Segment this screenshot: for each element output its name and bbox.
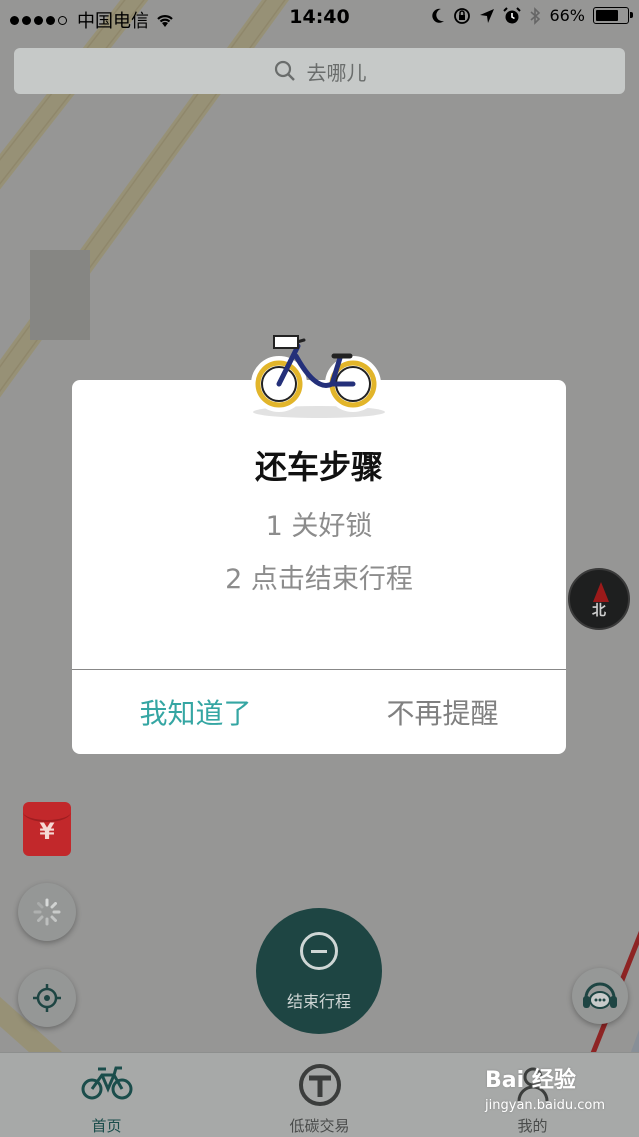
compass-label: 北 xyxy=(592,603,606,619)
battery-icon xyxy=(593,7,633,24)
headset-icon xyxy=(583,982,617,1009)
watermark-url: jingyan.baidu.com xyxy=(485,1098,605,1113)
dont-remind-button[interactable]: 不再提醒 xyxy=(319,670,566,754)
trade-t-icon xyxy=(298,1064,341,1106)
tab-label: 我的 xyxy=(517,1117,548,1135)
end-trip-button[interactable]: 结束行程 xyxy=(256,908,382,1034)
bicycle-icon xyxy=(251,335,385,418)
dialog-title: 还车步骤 xyxy=(254,448,383,486)
dialog-step-1: 1 关好锁 xyxy=(265,511,373,542)
status-bar: 中国电信 14:40 66% xyxy=(0,0,639,36)
bluetooth-icon xyxy=(530,6,541,25)
customer-service-button[interactable] xyxy=(572,968,628,1024)
tab-label: 低碳交易 xyxy=(289,1117,350,1135)
dialog-step-2: 2 点击结束行程 xyxy=(225,564,413,595)
end-trip-label: 结束行程 xyxy=(286,992,351,1011)
return-steps-dialog: 还车步骤 1 关好锁 2 点击结束行程 我知道了 不再提醒 xyxy=(72,380,566,754)
watermark-brand: Bai 经验 xyxy=(485,1068,576,1093)
compass-needle-icon xyxy=(593,582,609,602)
red-packet-button[interactable]: ¥ xyxy=(23,802,71,856)
crosshair-icon xyxy=(33,984,61,1012)
red-packet-symbol: ¥ xyxy=(39,820,55,845)
search-bar[interactable]: 去哪儿 xyxy=(14,48,625,94)
refresh-button[interactable] xyxy=(18,883,76,941)
moon-icon xyxy=(432,8,445,23)
orientation-lock-icon xyxy=(454,7,471,24)
battery-percent: 66% xyxy=(549,6,585,25)
tab-label: 首页 xyxy=(91,1117,122,1135)
alarm-icon xyxy=(503,6,522,23)
watermark: Bai 经验 jingyan.baidu.com xyxy=(485,1062,605,1113)
tab-trade[interactable]: 低碳交易 xyxy=(213,1053,426,1137)
loading-spinner-icon xyxy=(33,898,61,926)
location-arrow-icon xyxy=(480,8,495,23)
bike-icon xyxy=(81,1066,132,1100)
compass-button[interactable]: 北 xyxy=(568,568,630,630)
status-right: 66% xyxy=(431,6,633,25)
red-packet-icon xyxy=(23,802,71,822)
minus-circle-icon xyxy=(300,932,338,970)
got-it-button[interactable]: 我知道了 xyxy=(72,670,319,754)
tab-home[interactable]: 首页 xyxy=(0,1053,213,1137)
search-placeholder: 去哪儿 xyxy=(306,60,367,85)
locate-button[interactable] xyxy=(18,969,76,1027)
search-icon xyxy=(274,60,295,81)
